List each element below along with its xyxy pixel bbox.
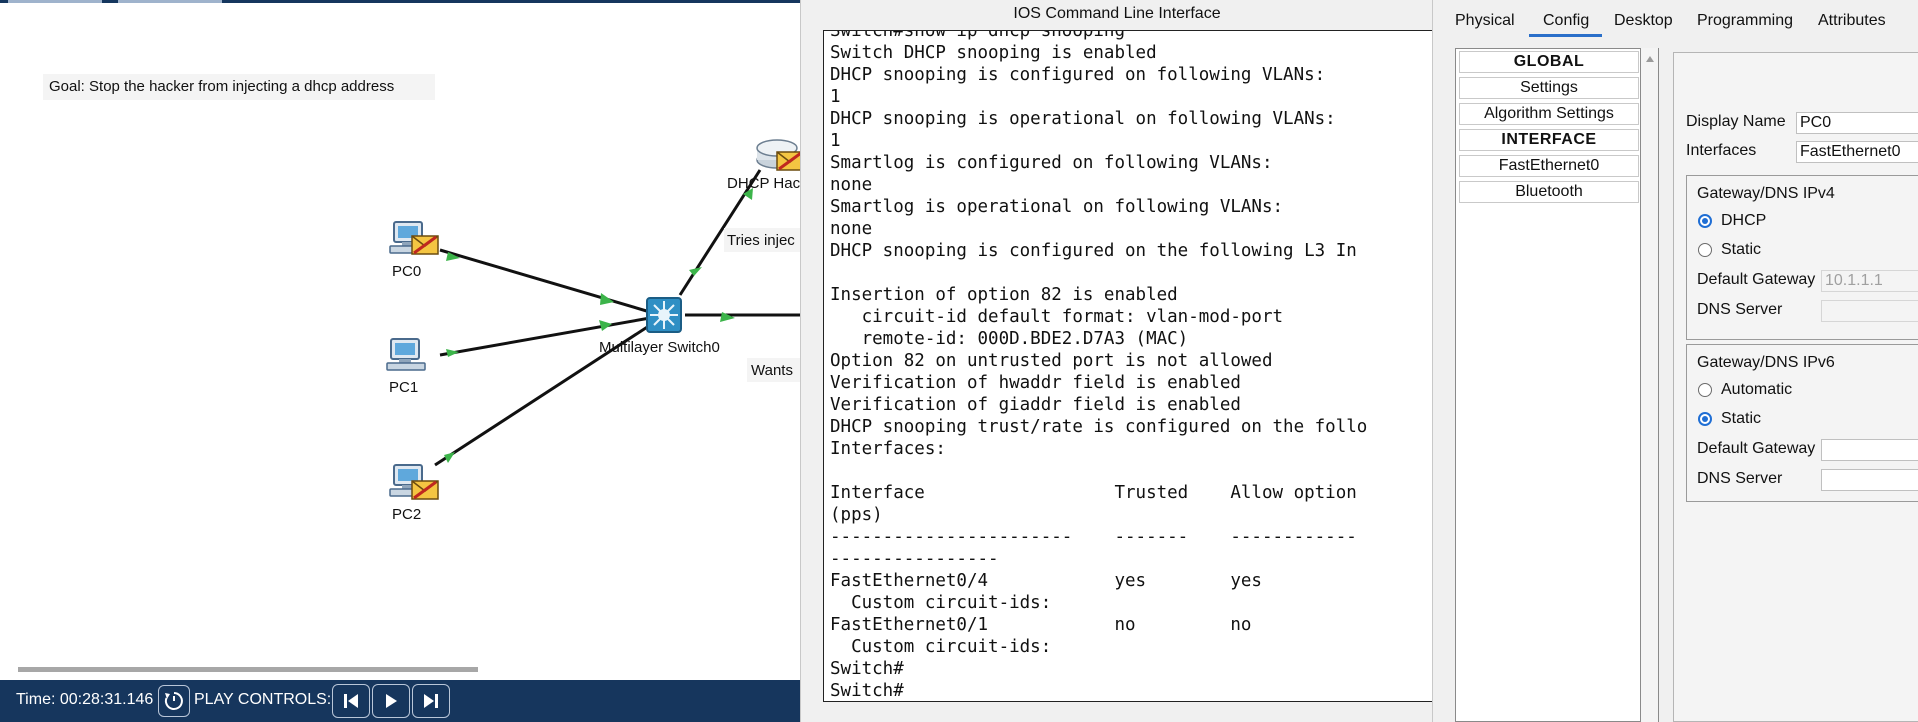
ipv4-static-radio[interactable] bbox=[1698, 243, 1712, 257]
device-multilayer-switch[interactable] bbox=[646, 297, 682, 333]
envelope-icon bbox=[776, 151, 800, 171]
ipv6-group: Gateway/DNS IPv6 Automatic Static Defaul… bbox=[1686, 344, 1918, 502]
ipv6-group-title: Gateway/DNS IPv6 bbox=[1697, 354, 1835, 371]
dhcp-hacker-label: DHCP Hac bbox=[727, 175, 800, 192]
interfaces-select[interactable]: FastEthernet0 bbox=[1796, 141, 1918, 163]
tab-physical[interactable]: Physical bbox=[1455, 12, 1515, 30]
topology-canvas: PC0 PC1 PC2 Multilayer Switch0 DHCP Hac … bbox=[386, 139, 800, 523]
sidebar-item-bluetooth[interactable]: Bluetooth bbox=[1459, 181, 1639, 203]
cli-terminal[interactable]: Switch#show ip dhcp snooping Switch DHCP… bbox=[823, 30, 1433, 702]
skip-back-button[interactable] bbox=[332, 684, 370, 718]
tab-attributes[interactable]: Attributes bbox=[1818, 12, 1886, 30]
reset-icon bbox=[164, 692, 183, 710]
envelope-icon bbox=[411, 235, 439, 255]
switch-label: Multilayer Switch0 bbox=[599, 339, 720, 356]
pc1-label: PC1 bbox=[389, 379, 418, 396]
ipv4-gateway-field[interactable]: 10.1.1.1 bbox=[1821, 270, 1918, 292]
ipv4-group: Gateway/DNS IPv4 DHCP Static Default Gat… bbox=[1686, 175, 1918, 340]
skip-back-icon bbox=[344, 694, 358, 708]
ipv4-group-title: Gateway/DNS IPv4 bbox=[1697, 185, 1835, 202]
sidebar-item-settings[interactable]: Settings bbox=[1459, 77, 1639, 99]
ipv6-gateway-label: Default Gateway bbox=[1697, 440, 1816, 457]
device-pc0[interactable] bbox=[389, 221, 439, 255]
pc2-label: PC2 bbox=[392, 506, 421, 523]
ipv4-dns-field[interactable] bbox=[1821, 300, 1918, 322]
play-button[interactable] bbox=[372, 684, 410, 718]
ipv6-automatic-label[interactable]: Automatic bbox=[1721, 381, 1792, 399]
cli-output[interactable]: Switch#show ip dhcp snooping Switch DHCP… bbox=[830, 31, 1367, 701]
ipv4-dhcp-radio[interactable] bbox=[1698, 214, 1712, 228]
play-controls-label: PLAY CONTROLS: bbox=[194, 691, 332, 708]
skip-forward-button[interactable] bbox=[412, 684, 450, 718]
sidebar-item-fastethernet0[interactable]: FastEthernet0 bbox=[1459, 155, 1639, 177]
config-tab-bar: Physical Config Desktop Programming Attr… bbox=[1433, 0, 1918, 40]
device-dhcp-hacker[interactable] bbox=[756, 139, 800, 171]
play-icon bbox=[386, 694, 397, 708]
ipv4-dhcp-label[interactable]: DHCP bbox=[1721, 212, 1766, 230]
skip-forward-icon bbox=[424, 694, 438, 708]
device-config-panel: Physical Config Desktop Programming Attr… bbox=[1432, 0, 1918, 722]
sidebar-header-global: GLOBAL bbox=[1459, 51, 1639, 73]
display-name-field[interactable]: PC0 bbox=[1796, 112, 1918, 134]
switch-icon bbox=[646, 297, 682, 333]
scroll-up-icon[interactable] bbox=[1642, 52, 1658, 66]
ipv6-dns-field[interactable] bbox=[1821, 469, 1918, 491]
link-pc0-switch[interactable] bbox=[439, 248, 651, 314]
device-pc1[interactable] bbox=[386, 338, 426, 371]
note-tries-inject[interactable]: Tries injec bbox=[727, 232, 795, 249]
ipv6-gateway-field[interactable] bbox=[1821, 439, 1918, 461]
sidebar-header-interface: INTERFACE bbox=[1459, 129, 1639, 151]
ipv6-dns-label: DNS Server bbox=[1697, 470, 1783, 487]
ipv4-static-label[interactable]: Static bbox=[1721, 241, 1761, 259]
config-sidebar: GLOBAL Settings Algorithm Settings INTER… bbox=[1455, 48, 1641, 722]
device-pc2[interactable] bbox=[389, 464, 439, 500]
pc0-label: PC0 bbox=[392, 263, 421, 280]
pc-icon bbox=[386, 338, 426, 371]
simulation-bar: Time: 00:28:31.146 PLAY CONTROLS: bbox=[0, 680, 800, 722]
interfaces-label: Interfaces bbox=[1686, 142, 1757, 159]
ipv6-static-radio[interactable] bbox=[1698, 412, 1712, 426]
horizontal-scrollbar-thumb[interactable] bbox=[18, 667, 478, 672]
sidebar-item-algorithm-settings[interactable]: Algorithm Settings bbox=[1459, 103, 1639, 125]
cli-title: IOS Command Line Interface bbox=[1013, 5, 1221, 22]
ipv6-static-label[interactable]: Static bbox=[1721, 410, 1761, 428]
link-lines bbox=[434, 169, 800, 467]
ipv6-automatic-radio[interactable] bbox=[1698, 383, 1712, 397]
time-readout: Time: 00:28:31.146 bbox=[16, 691, 154, 708]
ipv4-gateway-label: Default Gateway bbox=[1697, 271, 1816, 288]
cli-panel: IOS Command Line Interface Switch#show i… bbox=[800, 0, 1433, 722]
ipv4-dns-label: DNS Server bbox=[1697, 301, 1783, 318]
tab-programming[interactable]: Programming bbox=[1697, 12, 1793, 30]
topology-workspace[interactable]: Goal: Stop the hacker from injecting a d… bbox=[0, 0, 800, 722]
reset-time-button[interactable] bbox=[158, 685, 190, 717]
horizontal-scrollbar[interactable] bbox=[18, 666, 800, 674]
active-tab-indicator bbox=[1529, 34, 1602, 37]
link-up-icon bbox=[444, 452, 455, 463]
link-status-indicators bbox=[444, 188, 753, 463]
sidebar-scrollbar[interactable] bbox=[1641, 48, 1659, 722]
envelope-icon bbox=[411, 480, 439, 500]
link-up-icon bbox=[600, 293, 614, 305]
note-wants[interactable]: Wants bbox=[751, 362, 793, 379]
display-name-label: Display Name bbox=[1686, 113, 1786, 130]
global-settings-form: Display Name PC0 Interfaces FastEthernet… bbox=[1673, 52, 1918, 722]
tab-config[interactable]: Config bbox=[1543, 12, 1589, 30]
tab-desktop[interactable]: Desktop bbox=[1614, 12, 1673, 30]
